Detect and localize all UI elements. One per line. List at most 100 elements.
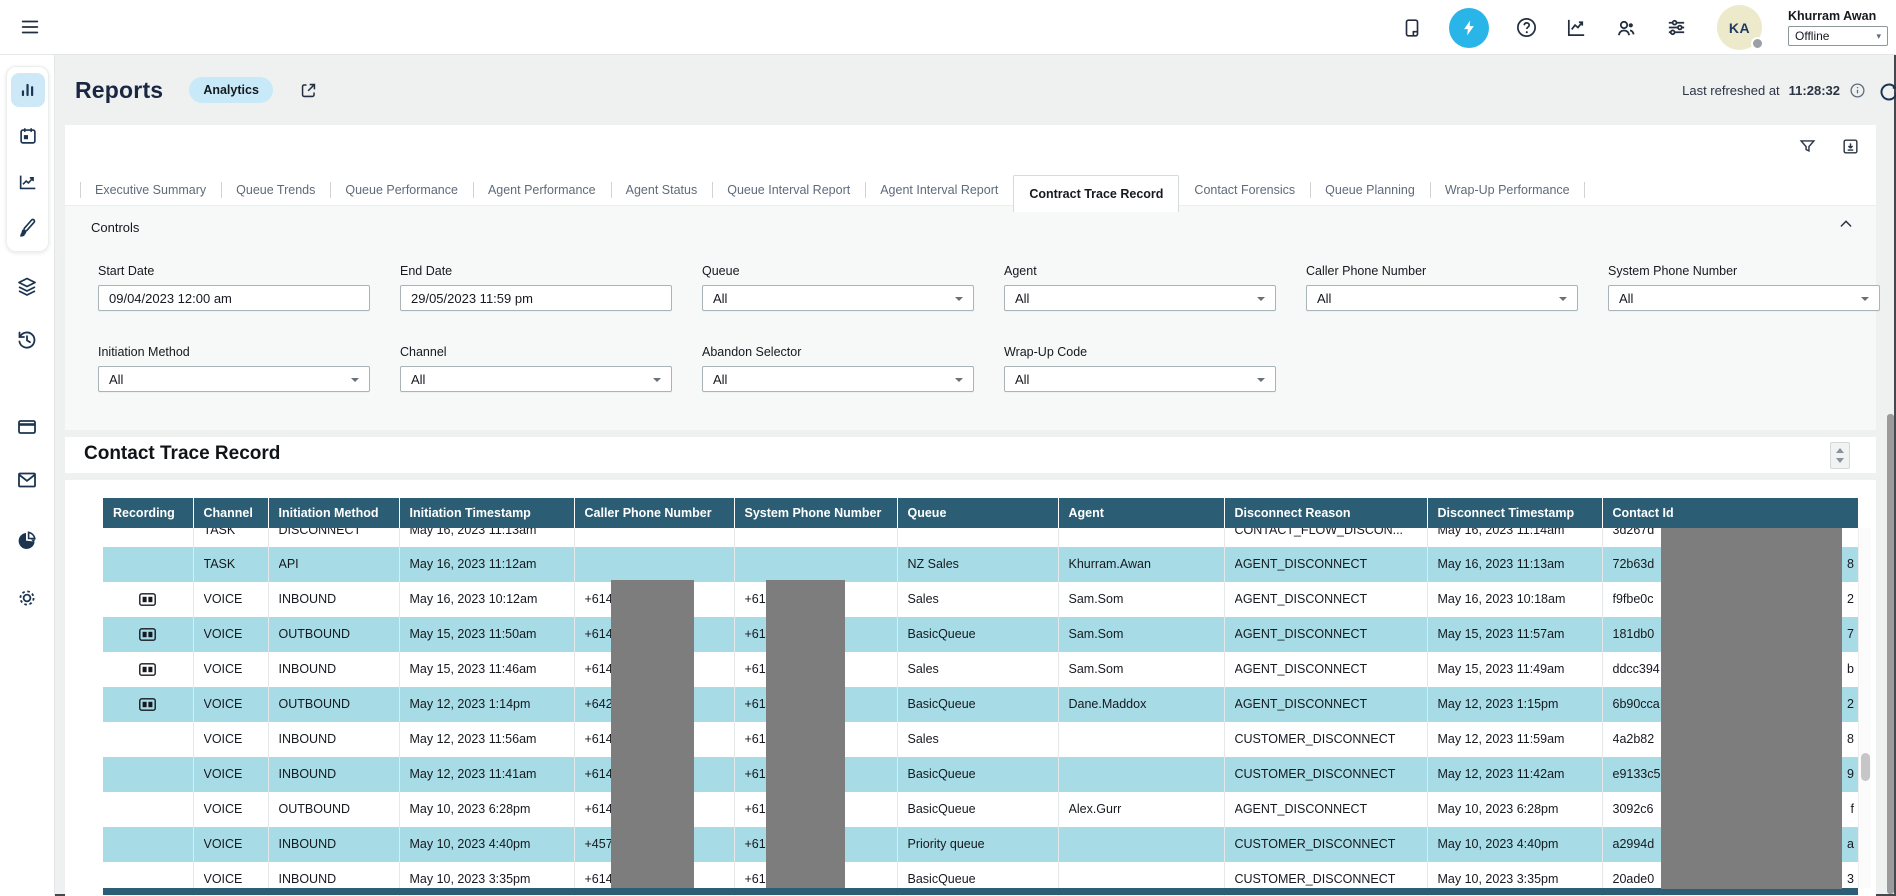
- cell-agent: [1058, 827, 1224, 862]
- table-titlebar: Contact Trace Record: [65, 437, 1876, 473]
- filter-select-abandon-selector[interactable]: All: [702, 366, 974, 392]
- app-root: KA Khurram Awan Offline ▾: [0, 0, 1896, 896]
- user-name: Khurram Awan: [1788, 9, 1888, 23]
- table-row: VOICEINBOUNDMay 12, 2023 11:41am+614+612…: [103, 757, 1858, 792]
- col-disconnect-reason: Disconnect Reason: [1224, 498, 1427, 528]
- cell-agent: [1058, 757, 1224, 792]
- cell-channel: VOICE: [193, 792, 268, 827]
- filter-select-wrap-up-code[interactable]: All: [1004, 366, 1276, 392]
- refresh-icon[interactable]: [1877, 80, 1896, 104]
- settings-sliders-icon[interactable]: [1663, 15, 1689, 41]
- filter-select-channel[interactable]: All: [400, 366, 672, 392]
- sidebar-item-layers[interactable]: [10, 270, 44, 304]
- cell-queue: [897, 528, 1058, 547]
- cell-channel: VOICE: [193, 827, 268, 862]
- spinner-down-icon[interactable]: [1836, 458, 1844, 463]
- filter-input-start-date[interactable]: 09/04/2023 12:00 am: [98, 285, 370, 311]
- cell-disconnect-timestamp: May 10, 2023 4:40pm: [1427, 827, 1602, 862]
- sidebar-item-window[interactable]: [10, 410, 44, 444]
- cell-initiation-method: INBOUND: [268, 757, 399, 792]
- cell-channel: VOICE: [193, 757, 268, 792]
- tab-executive-summary[interactable]: Executive Summary: [80, 175, 221, 205]
- cell-channel: VOICE: [193, 687, 268, 722]
- table-horizontal-scrollbar[interactable]: [103, 888, 1858, 895]
- tab-agent-interval-report[interactable]: Agent Interval Report: [865, 175, 1013, 205]
- sidebar-item-pie-chart[interactable]: [10, 523, 44, 557]
- tab-wrap-up-performance[interactable]: Wrap-Up Performance: [1430, 175, 1585, 205]
- tab-queue-trends[interactable]: Queue Trends: [221, 175, 330, 205]
- filter-label: Abandon Selector: [702, 345, 974, 359]
- filter-select-caller-phone-number[interactable]: All: [1306, 285, 1578, 311]
- table-row: VOICEINBOUNDMay 12, 2023 11:56am+614+612…: [103, 722, 1858, 757]
- redaction-system-phone: [766, 580, 845, 888]
- table-vertical-scrollbar[interactable]: [1858, 528, 1871, 888]
- tab-contract-trace-record[interactable]: Contract Trace Record: [1013, 175, 1179, 212]
- table-vertical-scrollbar-thumb[interactable]: [1861, 753, 1870, 781]
- cell-agent: Khurram.Awan: [1058, 547, 1224, 582]
- metrics-icon[interactable]: [1563, 15, 1589, 41]
- sidebar-item-bar-chart[interactable]: [11, 73, 45, 107]
- cell-initiation-method: INBOUND: [268, 827, 399, 862]
- filter-select-agent[interactable]: All: [1004, 285, 1276, 311]
- avatar[interactable]: KA: [1717, 5, 1762, 50]
- sidebar-item-brush[interactable]: [11, 211, 45, 245]
- help-icon[interactable]: [1513, 15, 1539, 41]
- sidebar-item-calendar[interactable]: [11, 119, 45, 153]
- sidebar-item-mail[interactable]: [10, 463, 44, 497]
- spinner-up-icon[interactable]: [1836, 448, 1844, 453]
- cell-queue: NZ Sales: [897, 547, 1058, 582]
- page-scrollbar[interactable]: [1887, 414, 1894, 894]
- download-icon[interactable]: [1841, 137, 1860, 156]
- col-queue: Queue: [897, 498, 1058, 528]
- cell-channel: VOICE: [193, 652, 268, 687]
- menu-icon[interactable]: [14, 11, 46, 43]
- presence-select[interactable]: Offline ▾: [1788, 26, 1888, 46]
- sidebar-item-history[interactable]: [10, 323, 44, 357]
- recording-icon[interactable]: [139, 663, 156, 676]
- info-icon[interactable]: [1849, 82, 1866, 99]
- cell-recording: [103, 528, 193, 547]
- cell-channel: TASK: [193, 528, 268, 547]
- table-title: Contact Trace Record: [84, 443, 280, 465]
- chevron-up-icon[interactable]: [1838, 216, 1854, 232]
- cell-initiation-method: INBOUND: [268, 652, 399, 687]
- users-icon[interactable]: [1613, 15, 1639, 41]
- sidebar-item-gear[interactable]: [10, 581, 44, 615]
- last-refreshed-time: 11:28:32: [1789, 83, 1840, 98]
- recording-icon[interactable]: [139, 628, 156, 641]
- cell-disconnect-reason: CUSTOMER_DISCONNECT: [1224, 827, 1427, 862]
- notepad-icon[interactable]: [1399, 15, 1425, 41]
- cell-disconnect-timestamp: May 12, 2023 11:42am: [1427, 757, 1602, 792]
- tab-agent-performance[interactable]: Agent Performance: [473, 175, 611, 205]
- filter-select-queue[interactable]: All: [702, 285, 974, 311]
- cell-disconnect-timestamp: May 15, 2023 11:49am: [1427, 652, 1602, 687]
- filter-select-system-phone-number[interactable]: All: [1608, 285, 1880, 311]
- filter-input-end-date[interactable]: 29/05/2023 11:59 pm: [400, 285, 672, 311]
- tab-queue-interval-report[interactable]: Queue Interval Report: [712, 175, 865, 205]
- contact-id-end: f: [1851, 792, 1854, 827]
- contact-id-end: b: [1847, 652, 1854, 687]
- tab-contact-forensics[interactable]: Contact Forensics: [1179, 175, 1310, 205]
- tab-queue-planning[interactable]: Queue Planning: [1310, 175, 1430, 205]
- tab-agent-status[interactable]: Agent Status: [611, 175, 713, 205]
- filter-abandon-selector: Abandon Selector All: [702, 345, 974, 392]
- recording-icon[interactable]: [139, 593, 156, 606]
- cell-queue: BasicQueue: [897, 792, 1058, 827]
- table-row: VOICEOUTBOUNDMay 15, 2023 11:50am+614+61…: [103, 617, 1858, 652]
- cell-queue: Sales: [897, 722, 1058, 757]
- cell-caller-phone: [574, 547, 734, 582]
- sidebar-item-line-chart[interactable]: [11, 165, 45, 199]
- filter-label: Initiation Method: [98, 345, 370, 359]
- scroll-spinner[interactable]: [1830, 442, 1850, 469]
- lightning-icon[interactable]: [1449, 8, 1489, 48]
- table-row: TASKDISCONNECTMay 16, 2023 11:13amCONTAC…: [103, 528, 1858, 547]
- presence-value: Offline: [1795, 29, 1829, 43]
- filter-icon[interactable]: [1798, 137, 1817, 156]
- col-initiation-timestamp: Initiation Timestamp: [399, 498, 574, 528]
- external-link-icon[interactable]: [299, 81, 318, 100]
- recording-icon[interactable]: [139, 698, 156, 711]
- cell-initiation-timestamp: May 10, 2023 6:28pm: [399, 792, 574, 827]
- filter-select-initiation-method[interactable]: All: [98, 366, 370, 392]
- tab-queue-performance[interactable]: Queue Performance: [330, 175, 473, 205]
- cell-channel: VOICE: [193, 617, 268, 652]
